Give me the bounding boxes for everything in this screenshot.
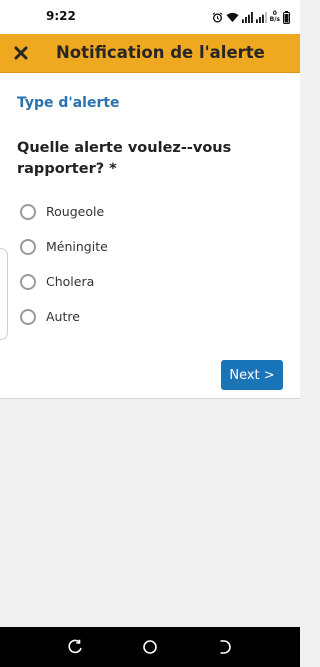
back-icon: [68, 639, 82, 654]
net-speed-unit: B/s: [269, 16, 280, 23]
signal-icon: [241, 11, 253, 23]
back-button[interactable]: [68, 639, 84, 655]
radio-label: Autre: [46, 309, 80, 324]
radio-button[interactable]: [20, 308, 36, 325]
radio-button[interactable]: [20, 203, 36, 220]
status-bar: 9:22 0 B/s: [0, 0, 300, 34]
app-bar: Notification de l'alerte: [0, 34, 300, 73]
side-drawer-handle[interactable]: [0, 248, 8, 340]
battery-icon: [283, 10, 290, 24]
question-label: Quelle alerte voulez--vous rapporter? *: [17, 140, 232, 177]
radio-option-autre[interactable]: Autre: [20, 299, 108, 334]
radio-option-rougeole[interactable]: Rougeole: [20, 194, 108, 229]
net-speed: 0 B/s: [270, 11, 280, 23]
radio-label: Méningite: [46, 239, 108, 254]
close-icon: [14, 46, 28, 60]
status-icons: 0 B/s: [212, 8, 290, 26]
radio-option-cholera[interactable]: Cholera: [20, 264, 108, 299]
form-card: Type d'alerte Quelle alerte voulez--vous…: [0, 73, 300, 399]
alarm-icon: [212, 11, 223, 22]
home-icon: [143, 640, 157, 654]
home-button[interactable]: [142, 639, 158, 655]
radio-button[interactable]: [20, 273, 36, 290]
section-title: Type d'alerte: [17, 95, 120, 111]
radio-option-meningite[interactable]: Méningite: [20, 229, 108, 264]
radio-button[interactable]: [20, 238, 36, 255]
signal-icon: [255, 11, 267, 23]
radio-group: Rougeole Méningite Cholera Autre: [20, 194, 108, 334]
recents-icon: [220, 640, 231, 654]
status-time: 9:22: [46, 9, 76, 23]
next-button[interactable]: Next >: [221, 360, 283, 390]
recents-button[interactable]: [216, 639, 232, 655]
page-title: Notification de l'alerte: [56, 43, 265, 62]
radio-label: Rougeole: [46, 204, 105, 219]
navigation-bar: [0, 627, 300, 667]
wifi-icon: [226, 12, 239, 22]
radio-label: Cholera: [46, 274, 95, 289]
close-button[interactable]: [10, 42, 32, 64]
